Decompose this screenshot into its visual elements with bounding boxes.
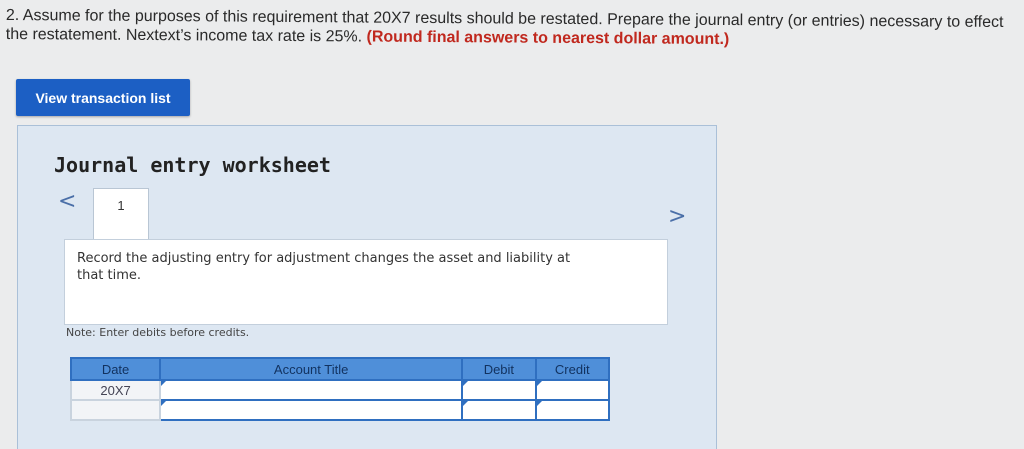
account-title-input[interactable] [159, 399, 464, 421]
debit-input[interactable] [461, 399, 537, 421]
debit-input[interactable] [461, 379, 537, 401]
credit-input[interactable] [534, 399, 611, 421]
note-text: Note: Enter debits before credits. [66, 326, 250, 339]
instruction-box: Record the adjusting entry for adjustmen… [64, 239, 668, 325]
view-transaction-list-button[interactable]: View transaction list [16, 79, 190, 116]
question-text: 2. Assume for the purposes of this requi… [6, 6, 1006, 51]
table-row [69, 399, 611, 421]
header-debit: Debit [461, 357, 537, 381]
header-account-title: Account Title [159, 357, 464, 381]
prev-entry-chevron-icon[interactable]: < [58, 189, 76, 214]
rounding-instruction: (Round final answers to nearest dollar a… [366, 28, 730, 49]
account-title-input[interactable] [159, 379, 464, 401]
date-cell [69, 399, 162, 421]
date-cell: 20X7 [69, 379, 162, 401]
worksheet-title: Journal entry worksheet [54, 153, 331, 177]
entry-tab-1[interactable]: 1 [93, 188, 149, 241]
table-row: 20X7 [69, 379, 611, 401]
header-date: Date [69, 357, 162, 381]
journal-entry-worksheet: Journal entry worksheet < > 1 Record the… [17, 125, 717, 449]
journal-table: Date Account Title Debit Credit 20X7 [69, 357, 611, 421]
credit-input[interactable] [534, 379, 611, 401]
next-entry-chevron-icon[interactable]: > [668, 204, 686, 229]
instruction-text: Record the adjusting entry for adjustmen… [77, 251, 571, 283]
header-credit: Credit [534, 357, 611, 381]
